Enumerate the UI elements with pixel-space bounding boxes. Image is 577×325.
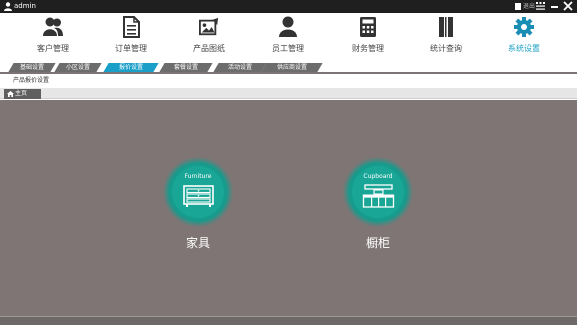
card-label: 橱柜 bbox=[365, 236, 390, 250]
tab-label: 基础设置 bbox=[19, 64, 44, 71]
menu-icon[interactable] bbox=[536, 2, 545, 11]
minimize-icon[interactable] bbox=[551, 6, 558, 8]
user-icon bbox=[4, 2, 12, 11]
nav-label: 统计查询 bbox=[430, 44, 462, 53]
nav-item-employees[interactable]: 员工管理 bbox=[252, 13, 324, 59]
furniture-cabinet-icon bbox=[183, 185, 214, 207]
statistics-icon bbox=[439, 17, 453, 37]
nav-item-product-drawings[interactable]: 产品图纸 bbox=[173, 13, 245, 59]
card-caption: Furniture bbox=[184, 173, 212, 180]
employee-icon bbox=[279, 16, 297, 37]
nav-item-finance[interactable]: 财务管理 bbox=[332, 13, 404, 59]
home-icon bbox=[7, 91, 14, 97]
tab-label: 供应商设置 bbox=[276, 64, 307, 71]
tab-label: 小区设置 bbox=[65, 64, 90, 71]
settings-sub-tabs: 基础设置 小区设置 报价设置 套餐设置 活动设置 供应商设置 bbox=[0, 60, 577, 74]
customers-icon bbox=[43, 17, 63, 36]
nav-label: 系统设置 bbox=[508, 44, 540, 53]
nav-label: 员工管理 bbox=[272, 44, 304, 53]
nav-label: 产品图纸 bbox=[193, 44, 225, 53]
status-bar bbox=[0, 316, 577, 325]
home-tab-label: 主页 bbox=[15, 90, 28, 97]
tab-package-settings[interactable]: 套餐设置 bbox=[159, 63, 213, 72]
calculator-icon bbox=[360, 17, 376, 37]
tab-quote-settings[interactable]: 报价设置 bbox=[103, 63, 159, 72]
tab-community-settings[interactable]: 小区设置 bbox=[54, 63, 102, 72]
nav-label: 订单管理 bbox=[115, 44, 147, 53]
page-tab-strip: 主页 bbox=[0, 88, 577, 99]
nav-label: 客户管理 bbox=[37, 44, 69, 53]
card-label: 家具 bbox=[185, 236, 210, 250]
exit-icon[interactable] bbox=[515, 3, 521, 10]
tab-promotion-settings[interactable]: 活动设置 bbox=[213, 63, 267, 72]
content-area: Furniture 家具 Cupboard 橱柜 bbox=[0, 100, 577, 316]
card-caption: Cupboard bbox=[363, 173, 393, 180]
breadcrumb: 产品报价设置 bbox=[13, 77, 50, 84]
tab-basic-settings[interactable]: 基础设置 bbox=[8, 63, 56, 72]
orders-icon bbox=[123, 16, 140, 38]
tab-home[interactable]: 主页 bbox=[4, 89, 41, 99]
nav-item-statistics[interactable]: 统计查询 bbox=[410, 13, 482, 59]
current-user-name: admin bbox=[14, 2, 36, 10]
close-icon[interactable] bbox=[563, 1, 573, 11]
tab-label: 套餐设置 bbox=[173, 64, 198, 71]
title-bar: admin 退出 bbox=[0, 0, 577, 13]
exit-label[interactable]: 退出 bbox=[523, 2, 535, 11]
nav-item-customers[interactable]: 客户管理 bbox=[17, 13, 89, 59]
main-nav: 客户管理 订单管理 产品图纸 员工管理 财务管理 统计查询 系统设置 bbox=[0, 13, 577, 59]
cupboard-icon bbox=[362, 184, 395, 208]
product-drawings-icon bbox=[199, 17, 219, 36]
nav-item-settings[interactable]: 系统设置 bbox=[488, 13, 560, 59]
settings-gear-icon bbox=[514, 17, 534, 37]
tab-label: 活动设置 bbox=[227, 64, 252, 71]
tab-supplier-settings[interactable]: 供应商设置 bbox=[261, 63, 323, 72]
nav-label: 财务管理 bbox=[352, 44, 384, 53]
tab-label: 报价设置 bbox=[118, 64, 143, 71]
nav-item-orders[interactable]: 订单管理 bbox=[95, 13, 167, 59]
